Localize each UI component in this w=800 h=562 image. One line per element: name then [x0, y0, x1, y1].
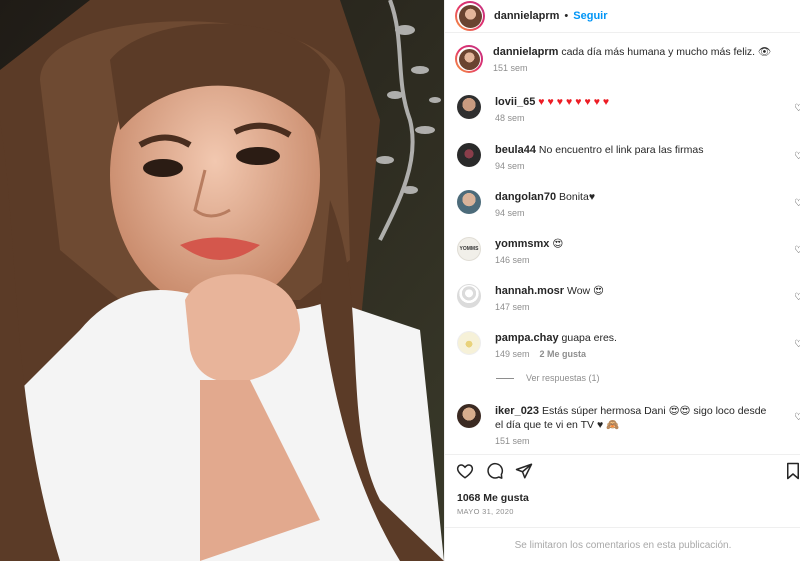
separator-dot: •: [564, 10, 569, 22]
author-avatar[interactable]: [455, 1, 485, 31]
comment-text: guapa eres.: [561, 332, 617, 344]
commenter-avatar[interactable]: [457, 404, 481, 428]
comment-username[interactable]: pampa.chay: [495, 332, 559, 344]
like-comment-heart-icon[interactable]: ♡: [794, 339, 800, 350]
comment-item: lovii_65 ♥♥♥♥♥♥♥♥ 48 sem ♡: [455, 95, 800, 123]
follow-button[interactable]: Seguir: [573, 10, 607, 22]
comment-username[interactable]: dangolan70: [495, 191, 556, 203]
comment-username[interactable]: lovii_65: [495, 96, 535, 108]
post-photo[interactable]: [0, 0, 444, 561]
post-header: dannielaprm • Seguir: [445, 0, 800, 33]
comment-text: Wow 😍: [567, 285, 605, 297]
comment-username[interactable]: beula44: [495, 144, 536, 156]
comment-username[interactable]: iker_023: [495, 405, 539, 417]
comment-time[interactable]: 149 sem: [495, 349, 530, 359]
commenter-avatar[interactable]: [457, 143, 481, 167]
comment-username[interactable]: hannah.mosr: [495, 285, 564, 297]
post-photo-illustration: [0, 0, 444, 561]
comment-username[interactable]: yommsmx: [495, 238, 549, 250]
like-comment-heart-icon[interactable]: ♡: [794, 151, 800, 162]
view-replies-button[interactable]: Ver respuestas (1): [496, 373, 600, 383]
comment-text: ♥♥♥♥♥♥♥♥: [538, 96, 613, 108]
comment-time[interactable]: 48 sem: [495, 113, 525, 123]
like-comment-heart-icon[interactable]: ♡: [794, 103, 800, 114]
view-replies-label: Ver respuestas (1): [526, 373, 600, 383]
avatar-logo-text: YOMMS: [459, 246, 479, 252]
commenter-avatar[interactable]: [457, 95, 481, 119]
caption-text: cada día más humana y mucho más feliz. 👁: [561, 46, 772, 58]
comments-limited-notice: Se limitaron los comentarios en esta pub…: [445, 527, 800, 562]
post-side-panel: dannielaprm • Seguir dannielaprm cada dí…: [444, 0, 800, 561]
like-comment-heart-icon[interactable]: ♡: [794, 245, 800, 256]
post-date: MAYO 31, 2020: [457, 507, 514, 516]
author-username[interactable]: dannielaprm: [494, 10, 559, 22]
caption-time[interactable]: 151 sem: [493, 63, 528, 73]
comment-time[interactable]: 94 sem: [495, 161, 525, 171]
like-comment-heart-icon[interactable]: ♡: [794, 412, 800, 423]
likes-count[interactable]: 1068 Me gusta: [457, 492, 529, 504]
comments-list[interactable]: dannielaprm cada día más humana y mucho …: [445, 33, 800, 451]
like-comment-heart-icon[interactable]: ♡: [794, 292, 800, 303]
comment-time[interactable]: 147 sem: [495, 302, 530, 312]
comment-item: beula44 No encuentro el link para las fi…: [455, 143, 800, 171]
comment-item: iker_023 Estás súper hermosa Dani 😍😍 sig…: [455, 404, 800, 446]
comment-bubble-icon[interactable]: [486, 462, 504, 485]
comment-like-count[interactable]: 2 Me gusta: [540, 349, 587, 359]
comment-time[interactable]: 151 sem: [495, 436, 530, 446]
caption-item: dannielaprm cada día más humana y mucho …: [455, 45, 800, 73]
commenter-avatar[interactable]: [457, 331, 481, 355]
save-bookmark-icon[interactable]: [785, 462, 800, 485]
commenter-avatar[interactable]: YOMMS: [457, 237, 481, 261]
comment-item: hannah.mosr Wow 😍 147 sem ♡: [455, 284, 800, 312]
like-comment-heart-icon[interactable]: ♡: [794, 198, 800, 209]
comment-item: YOMMS yommsmx 😍 146 sem ♡: [455, 237, 800, 265]
comment-text: Bonita♥: [559, 191, 596, 203]
comment-time[interactable]: 94 sem: [495, 208, 525, 218]
caption-username[interactable]: dannielaprm: [493, 46, 558, 58]
comment-item: pampa.chay guapa eres. 149 sem 2 Me gusta…: [455, 331, 800, 359]
comment-text: No encuentro el link para las firmas: [538, 144, 704, 156]
like-heart-icon[interactable]: [456, 462, 474, 485]
share-paper-plane-icon[interactable]: [515, 462, 533, 485]
caption-avatar[interactable]: [455, 45, 483, 73]
comment-text: 😍: [552, 238, 564, 250]
replies-divider-line: [496, 377, 514, 379]
comment-item: dangolan70 Bonita♥ 94 sem ♡: [455, 190, 800, 218]
commenter-avatar[interactable]: [457, 284, 481, 308]
comment-time[interactable]: 146 sem: [495, 255, 530, 265]
commenter-avatar[interactable]: [457, 190, 481, 214]
post-actions-bar: [445, 454, 800, 489]
